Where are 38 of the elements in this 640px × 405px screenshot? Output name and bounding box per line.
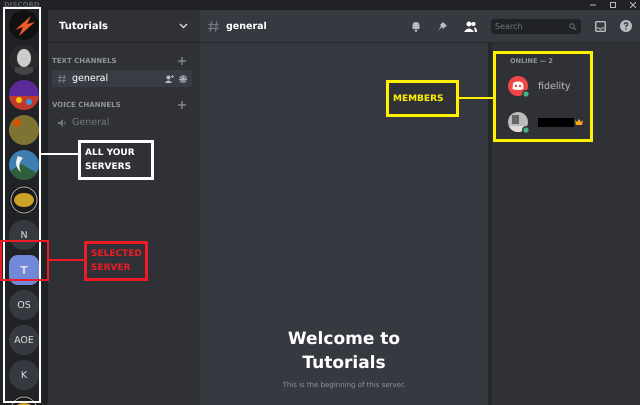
leader-line — [40, 153, 78, 155]
help-icon — [620, 20, 632, 32]
maximize-icon — [610, 2, 616, 8]
chevron-down-icon — [179, 23, 188, 29]
hash-icon — [57, 74, 67, 84]
callout-label: MEMBERS — [386, 80, 459, 117]
server-button[interactable]: K — [9, 360, 39, 390]
leader-line — [458, 97, 493, 99]
gear-icon — [179, 74, 187, 82]
plus-icon — [178, 101, 186, 109]
online-status-icon — [522, 90, 530, 98]
pin-icon — [437, 20, 448, 32]
callout-label: ALL YOUR SERVERS — [78, 140, 154, 180]
avatar-icon — [508, 76, 528, 96]
inbox-icon — [595, 20, 606, 32]
hash-icon — [207, 20, 220, 32]
channel-item[interactable]: general — [52, 70, 192, 87]
leader-line — [49, 259, 84, 261]
member-name[interactable]: fidelity — [538, 80, 570, 92]
online-status-icon — [522, 126, 530, 134]
server-button[interactable]: N — [9, 220, 39, 250]
members-icon — [464, 20, 477, 32]
search-field[interactable]: Search — [491, 18, 581, 34]
welcome-title: Welcome to Tutorials — [286, 328, 402, 375]
close-icon — [630, 2, 636, 8]
redaction-bar — [538, 118, 574, 126]
channel-title: general — [226, 20, 268, 32]
plus-icon — [178, 57, 186, 65]
server-button[interactable]: OS — [9, 290, 39, 320]
search-icon — [569, 22, 576, 30]
server-name: Tutorials — [59, 20, 108, 32]
server-button[interactable]: AOE — [9, 325, 39, 355]
callout-label: SELECTED SERVER — [84, 241, 148, 281]
crown-icon — [575, 119, 583, 125]
minimize-icon — [590, 2, 596, 8]
add-user-icon — [165, 74, 174, 82]
speaker-icon — [57, 118, 67, 128]
bell-icon — [411, 20, 421, 32]
